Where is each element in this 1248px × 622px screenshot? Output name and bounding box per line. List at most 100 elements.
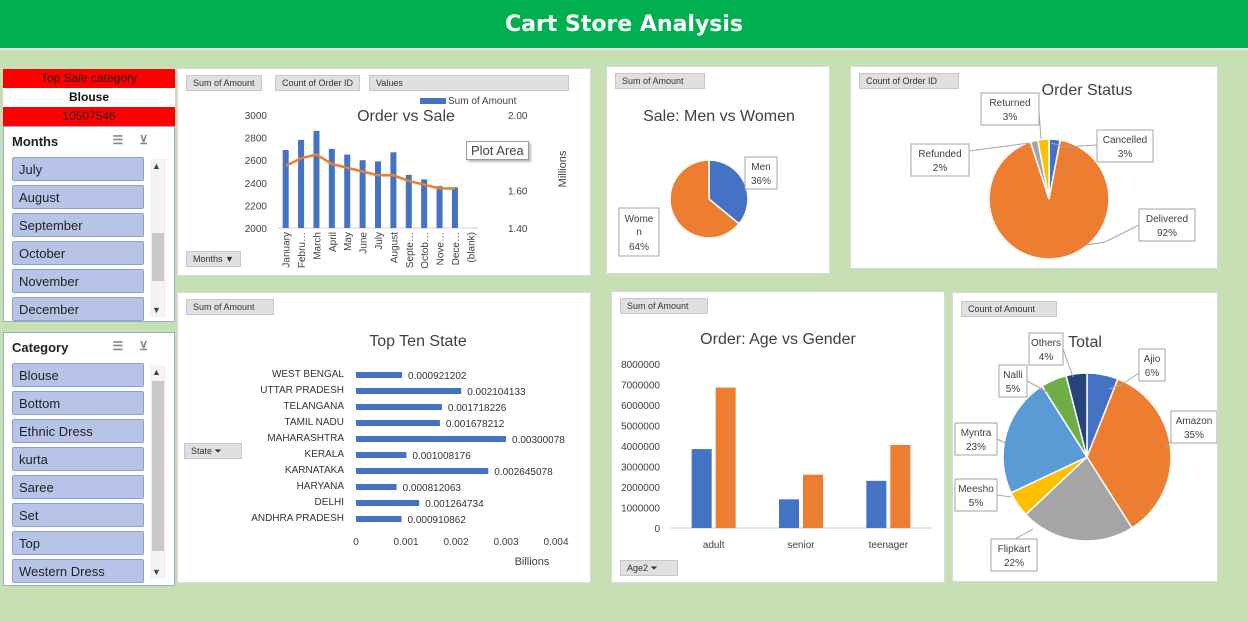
data-label: Myntra bbox=[961, 428, 992, 439]
men-women-pie-chart[interactable]: Sale: Men vs Women Men 36% Wome n 64% bbox=[607, 67, 830, 274]
data-label: Others bbox=[1031, 338, 1061, 349]
scroll-down-icon[interactable]: ▼ bbox=[152, 567, 161, 577]
x-tick-label: teenager bbox=[869, 540, 909, 551]
data-label: 2% bbox=[933, 163, 948, 174]
data-label: Amazon bbox=[1176, 416, 1213, 427]
chart-title: Order Status bbox=[1042, 82, 1133, 99]
data-label: 36% bbox=[751, 176, 771, 187]
bar bbox=[436, 186, 443, 228]
bar bbox=[356, 404, 442, 410]
slicer-item[interactable]: Bottom bbox=[12, 391, 144, 415]
data-label: 5% bbox=[969, 498, 984, 509]
age-gender-panel: Sum of Amount Age2 ⏷ Order: Age vs Gende… bbox=[611, 291, 945, 583]
men-women-panel: Sum of Amount Sale: Men vs Women Men 36% Wo… bbox=[606, 66, 830, 274]
slicer-item[interactable]: Ethnic Dress bbox=[12, 419, 144, 443]
top-state-bar-chart[interactable]: Top Ten State WEST BENGAL 0.000921202 UTTAR… bbox=[178, 293, 591, 583]
y2-tick-label: 1.40 bbox=[508, 224, 528, 235]
data-label: 23% bbox=[966, 442, 986, 453]
y-tick-label: 2200 bbox=[245, 201, 268, 212]
months-scroll-thumb[interactable] bbox=[152, 233, 164, 281]
order-status-pie-chart[interactable]: Order Status Cancelled 3% Delivered 92% Refun… bbox=[851, 67, 1218, 269]
scroll-down-icon[interactable]: ▼ bbox=[152, 305, 161, 315]
bar bbox=[313, 130, 320, 228]
slicer-item[interactable]: November bbox=[12, 269, 144, 293]
bar bbox=[451, 187, 458, 228]
y-tick-label: TAMIL NADU bbox=[285, 417, 344, 428]
x-tick-label: 0.002 bbox=[443, 537, 468, 548]
slicer-item[interactable]: September bbox=[12, 213, 144, 237]
slicer-item[interactable]: December bbox=[12, 297, 144, 321]
y-tick-label: UTTAR PRADESH bbox=[260, 385, 344, 396]
x-tick-label: July bbox=[374, 232, 385, 250]
order-vs-sale-chart[interactable]: Order vs SaleSum of Amount 3000 2800 2600 24… bbox=[178, 69, 591, 276]
data-label: 3% bbox=[1003, 112, 1018, 123]
bar bbox=[356, 468, 489, 474]
y-tick-label: 1000000 bbox=[621, 504, 660, 515]
bar bbox=[356, 372, 403, 378]
bar bbox=[715, 387, 736, 528]
data-label: 3% bbox=[1118, 149, 1133, 160]
data-label: Refunded bbox=[918, 149, 961, 160]
slicer-item[interactable]: Saree bbox=[12, 475, 144, 499]
top-sale-label: Top Sale category bbox=[3, 69, 175, 88]
x-axis-label: Billions bbox=[515, 556, 550, 568]
months-list: July August September October November Decemb… bbox=[4, 157, 174, 321]
bar bbox=[375, 161, 381, 228]
x-tick-label: April bbox=[328, 232, 339, 252]
slicer-item[interactable]: Top bbox=[12, 531, 144, 555]
slicer-item[interactable]: August bbox=[12, 185, 144, 209]
y-tick-label: 2600 bbox=[245, 156, 268, 167]
x-tick-label: 0.001 bbox=[393, 537, 418, 548]
data-label: 0.000910862 bbox=[408, 515, 467, 526]
data-label: Cancelled bbox=[1103, 135, 1147, 146]
age-gender-bar-chart[interactable]: Order: Age vs Gender 8000000 7000000 600000… bbox=[612, 292, 945, 583]
dashboard-header: Cart Store Analysis bbox=[0, 0, 1248, 50]
multi-select-icon[interactable]: ☰ bbox=[112, 133, 139, 147]
leader-line bbox=[996, 494, 1012, 498]
x-tick-label: May bbox=[343, 232, 354, 251]
data-label: 0.001008176 bbox=[412, 451, 471, 462]
top-state-panel: Sum of Amount State ⏷ Top Ten State WEST … bbox=[177, 292, 591, 583]
bar bbox=[866, 480, 887, 528]
slicer-item[interactable]: Western Dress bbox=[12, 559, 144, 583]
y-tick-label: 2400 bbox=[245, 179, 268, 190]
y-tick-label: 2800 bbox=[245, 134, 268, 145]
category-scroll-thumb[interactable] bbox=[152, 381, 164, 551]
platform-total-pie-chart[interactable]: Total Ajio 6% Amazon 35% Flipkart 22% Meesho 5% M… bbox=[953, 293, 1218, 582]
slicer-item[interactable]: Blouse bbox=[12, 363, 144, 387]
dashboard-title: Cart Store Analysis bbox=[504, 11, 744, 37]
slicer-item[interactable]: Set bbox=[12, 503, 144, 527]
data-label: Delivered bbox=[1146, 214, 1188, 225]
slicer-item[interactable]: October bbox=[12, 241, 144, 265]
y-tick-label: 6000000 bbox=[621, 401, 660, 412]
scroll-up-icon[interactable]: ▲ bbox=[152, 367, 161, 377]
multi-select-icon[interactable]: ☰ bbox=[112, 339, 139, 353]
bar bbox=[890, 444, 911, 528]
bar bbox=[405, 174, 412, 228]
x-tick-label: January bbox=[282, 232, 293, 268]
y-tick-label: 5000000 bbox=[621, 422, 660, 433]
months-scrollbar[interactable]: ▲ ▼ bbox=[150, 159, 166, 317]
y-tick-label: 2000000 bbox=[621, 483, 660, 494]
clear-filter-icon[interactable]: ⊻ bbox=[139, 339, 164, 353]
category-slicer: Category ☰⊻ Blouse Bottom Ethnic Dress kurt… bbox=[3, 332, 175, 586]
y2-axis-label: Millions bbox=[557, 150, 569, 187]
x-tick-label: adult bbox=[703, 540, 725, 551]
slicer-item[interactable]: July bbox=[12, 157, 144, 181]
data-label: 6% bbox=[1145, 368, 1160, 379]
slicer-item[interactable]: kurta bbox=[12, 447, 144, 471]
y-tick-label: KARNATAKA bbox=[285, 465, 344, 476]
data-label: 0.002104133 bbox=[467, 387, 526, 398]
y-tick-label: DELHI bbox=[315, 497, 344, 508]
clear-filter-icon[interactable]: ⊻ bbox=[139, 133, 164, 147]
scroll-up-icon[interactable]: ▲ bbox=[152, 161, 161, 171]
bar bbox=[356, 420, 440, 426]
bar bbox=[356, 484, 397, 490]
x-tick-label: senior bbox=[787, 540, 815, 551]
category-scrollbar[interactable]: ▲ ▼ bbox=[150, 365, 166, 579]
data-label: 0.000812063 bbox=[403, 483, 462, 494]
y-tick-label: KERALA bbox=[305, 449, 345, 460]
data-label: Meesho bbox=[958, 484, 994, 495]
bar bbox=[356, 452, 407, 458]
y-tick-label: 2000 bbox=[245, 224, 268, 235]
